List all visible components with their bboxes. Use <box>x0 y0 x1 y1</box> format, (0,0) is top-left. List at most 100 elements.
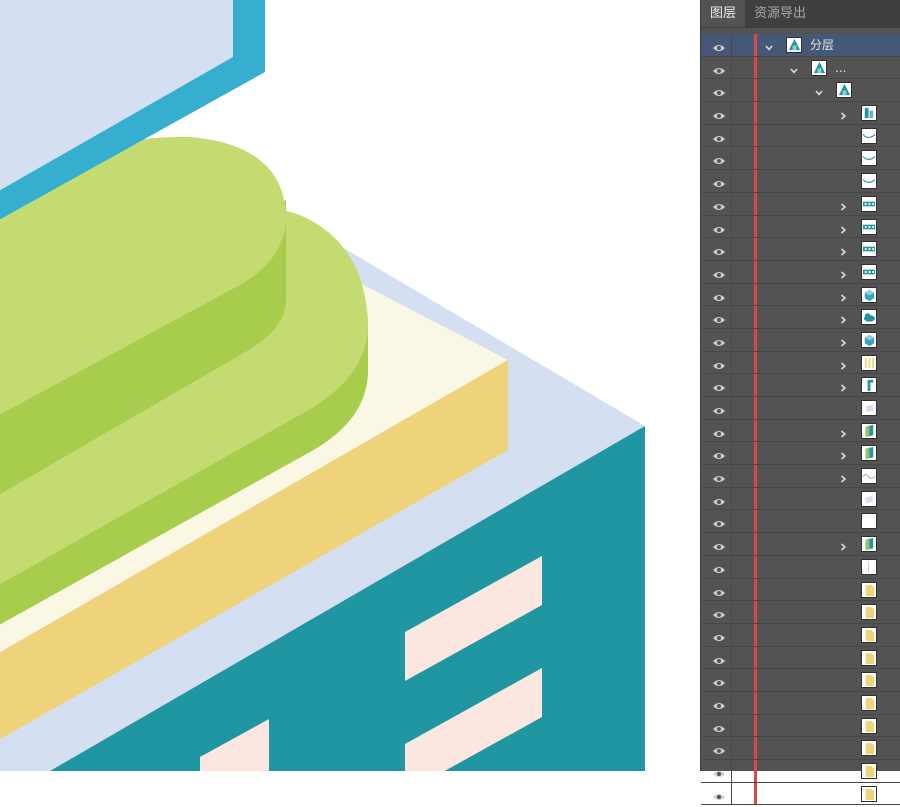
visibility-eye-icon[interactable] <box>712 312 726 324</box>
layer-thumbnail <box>786 37 802 53</box>
tab-asset-export[interactable]: 资源导出 <box>745 0 815 27</box>
chevron-right-icon[interactable] <box>838 380 848 392</box>
visibility-eye-icon[interactable] <box>712 267 726 278</box>
visibility-eye-icon[interactable] <box>712 426 726 437</box>
layer-row[interactable] <box>701 238 900 261</box>
lock-column-divider <box>731 555 732 578</box>
layer-row[interactable] <box>701 510 900 534</box>
layer-row[interactable] <box>701 124 900 148</box>
chevron-right-icon[interactable] <box>838 312 848 324</box>
layer-row[interactable] <box>701 79 900 103</box>
visibility-eye-icon[interactable] <box>712 630 726 641</box>
lock-column-divider <box>731 465 732 487</box>
chevron-right-icon[interactable] <box>838 358 848 370</box>
layer-row[interactable] <box>701 351 900 375</box>
layer-row[interactable] <box>701 646 900 670</box>
layer-row[interactable] <box>701 192 900 216</box>
chevron-down-icon[interactable] <box>789 63 799 74</box>
visibility-eye-icon[interactable] <box>712 653 726 664</box>
visibility-eye-icon[interactable] <box>712 222 726 233</box>
layer-name[interactable]: ... <box>835 57 846 79</box>
visibility-eye-icon[interactable] <box>712 358 726 369</box>
visibility-eye-icon[interactable] <box>712 199 726 210</box>
chevron-right-icon[interactable] <box>838 267 848 279</box>
visibility-eye-icon[interactable] <box>712 85 726 97</box>
layer-row[interactable]: 分层 <box>701 34 900 57</box>
chevron-right-icon[interactable] <box>838 539 848 551</box>
layer-row[interactable] <box>701 601 900 624</box>
visibility-eye-icon[interactable] <box>712 721 726 732</box>
layer-row[interactable] <box>701 170 900 193</box>
visibility-eye-icon[interactable] <box>712 516 726 528</box>
chevron-down-icon[interactable] <box>814 85 824 97</box>
chevron-right-icon[interactable] <box>838 199 848 211</box>
layer-row[interactable] <box>701 578 900 602</box>
visibility-eye-icon[interactable] <box>712 585 726 596</box>
layer-row[interactable] <box>701 215 900 239</box>
layer-row[interactable] <box>701 714 900 738</box>
layer-row[interactable] <box>701 102 900 125</box>
visibility-eye-icon[interactable] <box>712 698 726 709</box>
visibility-eye-icon[interactable] <box>712 789 726 800</box>
visibility-eye-icon[interactable] <box>712 131 726 142</box>
visibility-eye-icon[interactable] <box>712 471 726 483</box>
layer-row[interactable] <box>701 691 900 715</box>
layer-row[interactable] <box>701 283 900 307</box>
layer-row[interactable] <box>701 623 900 647</box>
layer-thumbnail <box>861 717 877 734</box>
visibility-eye-icon[interactable] <box>712 335 726 346</box>
visibility-eye-icon[interactable] <box>712 380 726 392</box>
layer-row[interactable] <box>701 487 900 511</box>
chevron-right-icon[interactable] <box>838 471 848 483</box>
chevron-right-icon[interactable] <box>838 335 848 347</box>
visibility-eye-icon[interactable] <box>712 403 726 414</box>
layer-thumbnail <box>861 286 877 303</box>
chevron-right-icon[interactable] <box>838 448 848 460</box>
layer-row[interactable] <box>701 306 900 329</box>
layer-thumbnail <box>861 241 877 258</box>
lock-column-divider <box>731 737 732 759</box>
chevron-right-icon[interactable] <box>838 108 848 120</box>
visibility-eye-icon[interactable] <box>712 539 726 551</box>
visibility-eye-icon[interactable] <box>712 494 726 505</box>
layer-row[interactable] <box>701 328 900 352</box>
lock-column-divider <box>731 510 732 533</box>
layer-row[interactable] <box>701 147 900 171</box>
layer-row[interactable] <box>701 737 900 760</box>
chevron-right-icon[interactable] <box>838 222 848 234</box>
artboard-canvas[interactable] <box>0 0 700 771</box>
layer-row[interactable] <box>701 465 900 488</box>
visibility-eye-icon[interactable] <box>712 153 726 165</box>
layer-name[interactable]: 分层 <box>810 34 834 56</box>
visibility-eye-icon[interactable] <box>712 176 726 188</box>
layer-row[interactable] <box>701 760 900 783</box>
layer-row[interactable] <box>701 260 900 284</box>
layer-row[interactable] <box>701 374 900 397</box>
layer-row[interactable] <box>701 669 900 692</box>
layer-thumbnail <box>861 694 877 711</box>
visibility-eye-icon[interactable] <box>712 448 726 460</box>
chevron-right-icon[interactable] <box>838 290 848 302</box>
visibility-eye-icon[interactable] <box>712 290 726 301</box>
lock-column-divider <box>731 102 732 124</box>
visibility-eye-icon[interactable] <box>712 108 726 120</box>
visibility-eye-icon[interactable] <box>712 743 726 755</box>
tab-layers[interactable]: 图层 <box>701 0 746 27</box>
chevron-right-icon[interactable] <box>838 244 848 256</box>
layer-row[interactable] <box>701 782 900 806</box>
layer-row[interactable] <box>701 442 900 466</box>
visibility-eye-icon[interactable] <box>712 766 726 777</box>
layer-row[interactable]: ... <box>701 56 900 80</box>
visibility-eye-icon[interactable] <box>712 562 726 573</box>
visibility-eye-icon[interactable] <box>712 63 726 74</box>
layer-row[interactable] <box>701 533 900 556</box>
layer-row[interactable] <box>701 555 900 579</box>
chevron-down-icon[interactable] <box>764 40 774 51</box>
visibility-eye-icon[interactable] <box>712 675 726 687</box>
layer-row[interactable] <box>701 397 900 420</box>
visibility-eye-icon[interactable] <box>712 607 726 619</box>
chevron-right-icon[interactable] <box>838 426 848 438</box>
visibility-eye-icon[interactable] <box>712 244 726 256</box>
visibility-eye-icon[interactable] <box>712 40 726 51</box>
layer-row[interactable] <box>701 419 900 443</box>
